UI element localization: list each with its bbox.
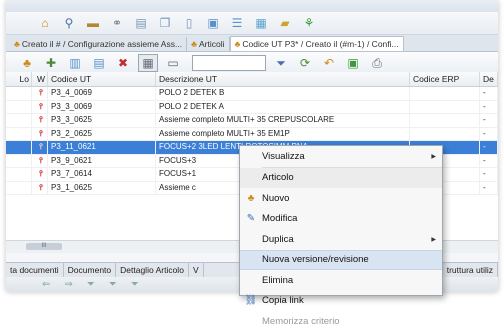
column-codice-erp[interactable]: Codice ERP xyxy=(410,72,480,86)
list-icon[interactable]: ☰ xyxy=(228,15,246,31)
tab-v[interactable]: V xyxy=(189,263,204,277)
main-toolbar: ⌂ ⚲ ▬ ⚭ ▤ ❐ ▯ ▣ ☰ ▦ ▰ ⚘ xyxy=(6,12,498,35)
tab-lista-documenti[interactable]: ta documenti xyxy=(6,263,64,277)
copy-icon[interactable]: ❐ xyxy=(156,15,174,31)
table-row[interactable]: ⫯ P3_2_0625 Assieme completo MULTI+ 35 E… xyxy=(6,127,498,141)
menu-item-elimina[interactable]: Elimina xyxy=(240,270,442,291)
filter-icon[interactable]: ⏷ xyxy=(272,55,290,71)
submenu-arrow-icon: ▶ xyxy=(431,236,436,243)
image-icon[interactable]: ▣ xyxy=(204,15,222,31)
column-descrizione-ut[interactable]: Descrizione UT xyxy=(156,72,410,86)
pin-icon: ⫯ xyxy=(39,128,43,138)
link-icon[interactable]: ⚭ xyxy=(108,15,126,31)
page-icon[interactable]: ▯ xyxy=(180,15,198,31)
submenu-arrow-icon: ▶ xyxy=(431,153,436,160)
tab-codice-ut[interactable]: ♣ Codice UT P3* / Creato il (#m-1) / Con… xyxy=(229,36,404,51)
tab-strip: ♣ Creato il # / Configurazione assieme A… xyxy=(6,35,498,52)
rows-icon[interactable]: ▤ xyxy=(90,55,108,71)
table-row[interactable]: ⫯ P3_3_0069 POLO 2 DETEK A - xyxy=(6,100,498,114)
close-icon[interactable]: ✖ xyxy=(114,55,132,71)
print-icon[interactable]: ⎙ xyxy=(368,55,386,71)
table-row[interactable]: ⫯ P3_3_0625 Assieme completo MULTI+ 35 C… xyxy=(6,114,498,128)
menu-item-modifica[interactable]: ✎ Modifica xyxy=(240,209,442,230)
tab-dettaglio-articolo[interactable]: Dettaglio Articolo xyxy=(116,263,189,277)
menu-item-duplica[interactable]: Duplica ▶ xyxy=(240,229,442,250)
pin-icon: ⫯ xyxy=(39,101,43,111)
home-icon[interactable]: ⌂ xyxy=(36,15,54,31)
table-icon[interactable]: ▦ xyxy=(138,54,158,72)
title-bar xyxy=(6,0,498,12)
search-input[interactable] xyxy=(192,55,266,71)
menu-item-memorizza-criterio[interactable]: Memorizza criterio xyxy=(240,311,442,332)
pin-icon: ⫯ xyxy=(39,115,43,124)
grid-icon[interactable]: ▦ xyxy=(252,15,270,31)
pin-icon: ⫯ xyxy=(39,182,43,192)
pin-icon: ⫯ xyxy=(39,88,43,97)
export-icon[interactable]: ▣ xyxy=(344,55,362,71)
menu-item-visualizza[interactable]: Visualizza ▶ xyxy=(240,146,442,167)
filter-icon[interactable]: ⏷ xyxy=(87,279,95,290)
add-icon[interactable]: ✚ xyxy=(42,55,60,71)
column-lo[interactable]: Lo xyxy=(6,72,32,86)
tree-icon[interactable]: ⚘ xyxy=(300,15,318,31)
search-icon[interactable]: ⚲ xyxy=(60,15,78,31)
columns-icon[interactable]: ▥ xyxy=(66,55,84,71)
new-icon: ♣ xyxy=(247,192,255,204)
document-icon[interactable]: ▤ xyxy=(132,15,150,31)
column-codice-ut[interactable]: Codice UT xyxy=(48,72,156,86)
menu-item-articolo[interactable]: Articolo xyxy=(240,167,442,188)
arrow-icon[interactable]: ⇐ xyxy=(42,279,50,290)
folder-open-icon[interactable]: ▰ xyxy=(276,15,294,31)
menu-item-nuovo[interactable]: ♣ Nuovo xyxy=(240,188,442,209)
table-row[interactable]: ⫯ P3_4_0069 POLO 2 DETEK B - xyxy=(6,87,498,101)
pin-icon: ⫯ xyxy=(39,155,43,165)
filter-icon[interactable]: ⏷ xyxy=(109,279,117,290)
tab-articoli[interactable]: ♣ Articoli xyxy=(187,37,230,51)
tree-icon[interactable]: ♣ xyxy=(18,55,36,71)
tree-icon: ♣ xyxy=(14,39,20,49)
filter-icon[interactable]: ⏷ xyxy=(131,279,139,290)
scrollbar-thumb[interactable]: III xyxy=(26,243,62,250)
tab-documento[interactable]: Documento xyxy=(64,263,117,277)
edit-icon: ✎ xyxy=(246,213,256,225)
tree-icon: ♣ xyxy=(234,39,241,49)
link-icon: ⛓ xyxy=(244,295,258,307)
menu-item-nuova-versione[interactable]: Nuova versione/revisione xyxy=(240,249,442,270)
arrow-icon[interactable]: ⇒ xyxy=(64,279,72,290)
pin-icon: ⫯ xyxy=(39,142,43,151)
tab-struttura-utilizzo[interactable]: truttura utiliz xyxy=(441,263,498,277)
form-icon[interactable]: ▭ xyxy=(164,55,182,71)
tree-icon: ♣ xyxy=(191,39,197,49)
column-w[interactable]: W xyxy=(32,72,48,86)
undo-icon[interactable]: ↶ xyxy=(320,55,338,71)
refresh-icon[interactable]: ⟳ xyxy=(296,55,314,71)
grid-header: Lo W Codice UT Descrizione UT Codice ERP… xyxy=(6,72,498,87)
tab-configurazione-assieme[interactable]: ♣ Creato il # / Configurazione assieme A… xyxy=(10,37,188,51)
column-de[interactable]: De xyxy=(480,72,498,86)
context-menu: Visualizza ▶ Articolo ♣ Nuovo ✎ Modifica… xyxy=(239,145,443,327)
folder-icon[interactable]: ▬ xyxy=(84,15,102,31)
pin-icon: ⫯ xyxy=(39,169,43,178)
